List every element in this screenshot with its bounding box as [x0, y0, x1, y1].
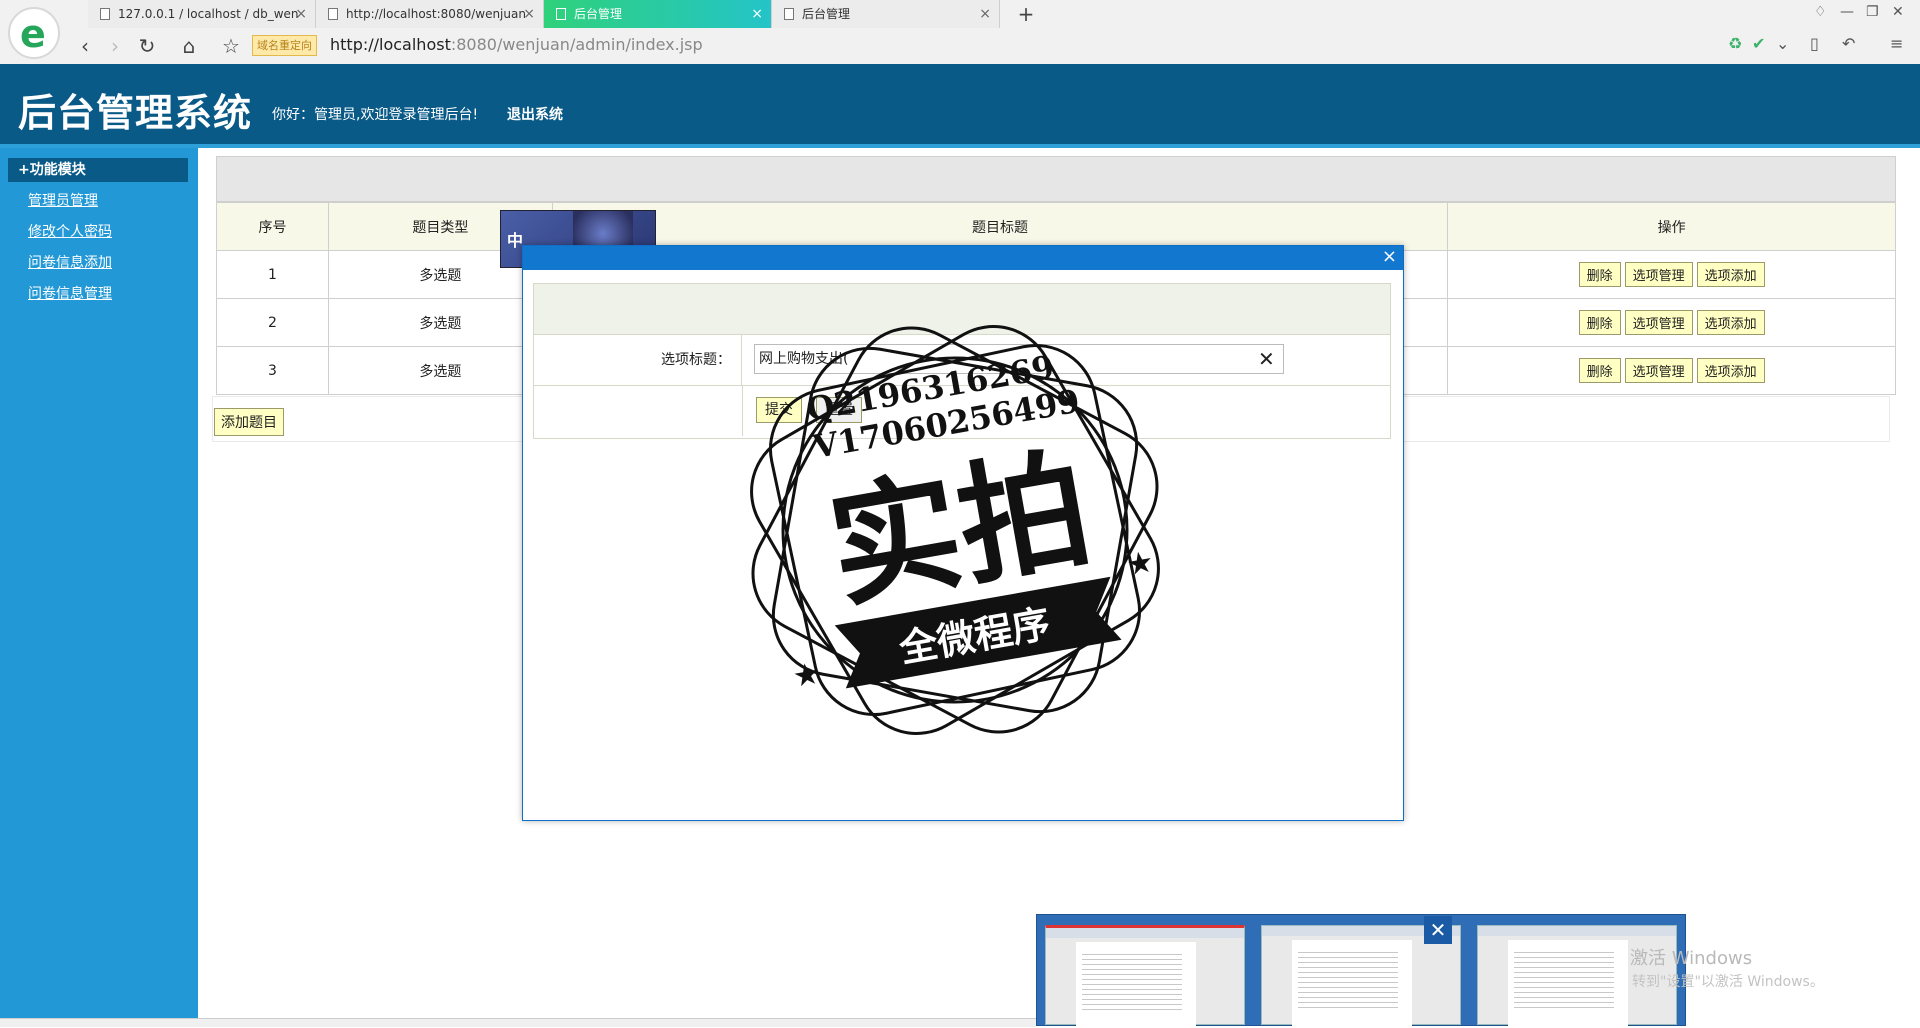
- delete-button[interactable]: 删除: [1578, 310, 1621, 335]
- tab-close-icon[interactable]: ×: [979, 0, 991, 28]
- reader-icon[interactable]: ▯: [1810, 34, 1819, 53]
- undo-icon[interactable]: ↶: [1842, 34, 1855, 53]
- accelerate-icon[interactable]: ✔: [1752, 34, 1765, 53]
- option-manage-button[interactable]: 选项管理: [1624, 358, 1693, 383]
- windows-activation-title: 激活 Windows: [1630, 948, 1753, 969]
- security-icon[interactable]: ♻: [1728, 34, 1742, 53]
- tab-close-icon[interactable]: ×: [295, 0, 307, 28]
- app-header: 后台管理系统 你好：管理员,欢迎登录管理后台! 退出系统: [0, 64, 1920, 148]
- app-title: 后台管理系统: [18, 91, 253, 135]
- sidebar-item-survey-add[interactable]: 问卷信息添加: [28, 252, 112, 272]
- sidebar-item-admin-manage[interactable]: 管理员管理: [28, 190, 98, 210]
- address-bar[interactable]: 域名重定向 http://localhost:8080/wenjuan/admi…: [252, 32, 1732, 58]
- preview-thumbnail[interactable]: [1045, 925, 1245, 1028]
- welcome-text: 你好：管理员,欢迎登录管理后台!: [272, 107, 479, 123]
- browser-chrome: e 127.0.0.1 / localhost / db_wen × http:…: [0, 0, 1920, 65]
- restore-button[interactable]: ❐: [1866, 4, 1879, 20]
- close-window-button[interactable]: ✕: [1892, 4, 1904, 20]
- ime-mode-label: 中: [507, 231, 524, 250]
- clear-input-icon[interactable]: ✕: [1258, 344, 1275, 374]
- tab-close-icon[interactable]: ×: [523, 0, 535, 28]
- row-number: 3: [216, 346, 329, 395]
- tab-title: 后台管理: [574, 7, 623, 21]
- forward-button[interactable]: ›: [102, 33, 128, 59]
- table-header-row: 序号 题目类型 题目标题 操作: [216, 202, 1896, 251]
- menu-icon[interactable]: ≡: [1890, 34, 1903, 53]
- thumbnail-lines: [1082, 950, 1182, 1010]
- thumbnail-topbar: [1478, 926, 1676, 936]
- minimize-button[interactable]: —: [1840, 4, 1854, 20]
- page-icon: [556, 8, 566, 20]
- column-header: 序号: [216, 202, 329, 251]
- row-actions: 删除 选项管理 选项添加: [1447, 346, 1896, 395]
- new-tab-button[interactable]: +: [1012, 0, 1040, 28]
- skin-icon[interactable]: ♢: [1814, 4, 1827, 20]
- tab-admin-active[interactable]: 后台管理 ×: [544, 0, 772, 28]
- option-add-button[interactable]: 选项添加: [1696, 262, 1765, 287]
- tab-title: 后台管理: [802, 7, 851, 21]
- home-button[interactable]: ⌂: [176, 33, 202, 59]
- redirect-badge: 域名重定向: [252, 35, 317, 56]
- sidebar-item-survey-manage[interactable]: 问卷信息管理: [28, 283, 112, 303]
- tab-title: 127.0.0.1 / localhost / db_wen: [118, 7, 299, 21]
- add-question-button[interactable]: 添加题目: [214, 408, 284, 436]
- column-header: 操作: [1447, 202, 1896, 251]
- thumbnail-lines: [1514, 948, 1614, 1008]
- tab-phpmyadmin[interactable]: 127.0.0.1 / localhost / db_wen ×: [88, 0, 316, 28]
- row-actions: 删除 选项管理 选项添加: [1447, 298, 1896, 347]
- url-text[interactable]: http://localhost:8080/wenjuan/admin/inde…: [330, 32, 703, 58]
- option-add-button[interactable]: 选项添加: [1696, 310, 1765, 335]
- dropdown-icon[interactable]: ⌄: [1776, 34, 1789, 53]
- option-add-button[interactable]: 选项添加: [1696, 358, 1765, 383]
- column-header: 题目标题: [551, 202, 1449, 251]
- delete-button[interactable]: 删除: [1578, 358, 1621, 383]
- option-manage-button[interactable]: 选项管理: [1624, 262, 1693, 287]
- dialog-close-button[interactable]: ×: [1382, 246, 1397, 268]
- thumbnail-lines: [1298, 948, 1398, 1008]
- delete-button[interactable]: 删除: [1578, 262, 1621, 287]
- row-number: 1: [216, 250, 329, 299]
- sidebar-heading[interactable]: +功能模块: [8, 158, 188, 182]
- thumbnail-topbar: [1046, 928, 1244, 938]
- tab-close-icon[interactable]: ×: [751, 0, 763, 28]
- preview-close-button[interactable]: ✕: [1424, 916, 1452, 944]
- page-icon: [784, 8, 794, 20]
- logout-link[interactable]: 退出系统: [507, 104, 563, 124]
- tab-title: http://localhost:8080/wenjuan: [346, 7, 526, 21]
- taskbar-preview: [1036, 914, 1686, 1028]
- row-number: 2: [216, 298, 329, 347]
- windows-activation-hint: 转到"设置"以激活 Windows。: [1632, 974, 1824, 990]
- row-type: 多选题: [327, 346, 553, 395]
- page-icon: [328, 8, 338, 20]
- row-actions: 删除 选项管理 选项添加: [1447, 250, 1896, 299]
- watermark-stamp: Q2196316269 V17060256499 实拍 全微程序 ★ ★: [750, 325, 1160, 735]
- option-manage-button[interactable]: 选项管理: [1624, 310, 1693, 335]
- sidebar-item-change-password[interactable]: 修改个人密码: [28, 221, 112, 241]
- back-button[interactable]: ‹: [72, 33, 98, 59]
- sidebar: +功能模块 管理员管理 修改个人密码 问卷信息添加 问卷信息管理: [0, 148, 198, 1018]
- row-type: 多选题: [327, 298, 553, 347]
- tab-admin[interactable]: 后台管理 ×: [772, 0, 1000, 28]
- bookmark-star-icon[interactable]: ☆: [218, 33, 244, 59]
- table-caption-bar: [216, 156, 1896, 202]
- dialog-titlebar: ×: [523, 246, 1403, 270]
- pma-favicon-icon: [100, 8, 110, 20]
- star-icon: ★: [1124, 544, 1157, 583]
- browser-logo-icon: e: [8, 7, 60, 59]
- star-icon: ★: [790, 656, 823, 695]
- reload-button[interactable]: ↻: [134, 33, 160, 59]
- tab-localhost[interactable]: http://localhost:8080/wenjuan ×: [316, 0, 544, 28]
